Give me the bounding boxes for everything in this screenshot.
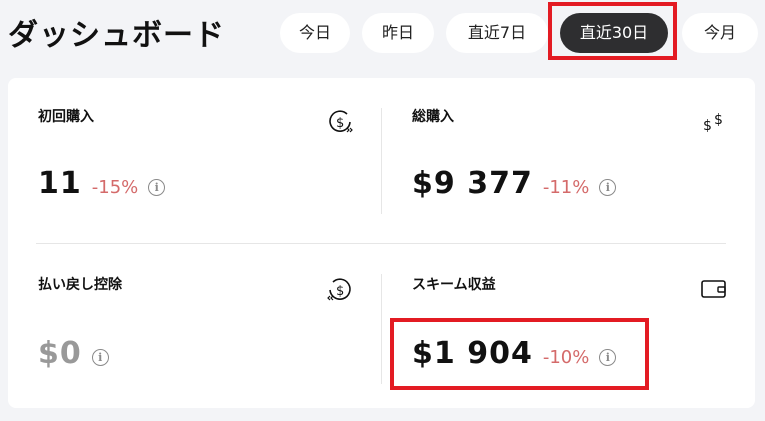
metric-change-total-purchase: -11%	[542, 177, 590, 198]
svg-text:$: $	[703, 118, 712, 134]
vertical-divider-top	[381, 108, 382, 214]
info-icon[interactable]: i	[148, 179, 166, 196]
metric-value-total-purchase: $9 377	[412, 166, 533, 201]
tab-yesterday[interactable]: 昨日	[362, 13, 434, 53]
info-icon[interactable]: i	[599, 179, 617, 196]
metrics-card: 初回購入 $ 11 -15% i 総購入 $ $ $9 377 -11% i 払…	[8, 78, 755, 408]
metric-label-scheme-revenue: スキーム収益	[412, 277, 496, 293]
double-dollar-icon: $ $	[702, 110, 728, 138]
svg-text:$: $	[336, 284, 344, 299]
metric-label-total-purchase: 総購入	[412, 109, 454, 125]
dollar-refund-icon: $	[326, 276, 354, 308]
metric-change-first-purchase: -15%	[91, 177, 139, 198]
metric-refund-deduction: $0 i	[38, 336, 109, 371]
metric-total-purchase: $9 377 -11% i	[412, 166, 617, 201]
metric-change-scheme-revenue: -10%	[542, 347, 590, 368]
tab-today[interactable]: 今日	[280, 13, 350, 53]
vertical-divider-bottom	[381, 274, 382, 384]
metric-label-first-purchase: 初回購入	[38, 109, 94, 125]
tab-this-month[interactable]: 今月	[682, 13, 758, 53]
wallet-icon	[700, 278, 728, 304]
metric-value-scheme-revenue: $1 904	[412, 336, 533, 371]
svg-text:$: $	[714, 112, 723, 128]
info-icon[interactable]: i	[599, 349, 617, 366]
tab-last-7-days[interactable]: 直近7日	[446, 13, 548, 53]
metric-label-refund-deduction: 払い戻し控除	[38, 277, 122, 293]
metric-scheme-revenue: $1 904 -10% i	[412, 336, 617, 371]
dollar-cycle-icon: $	[326, 108, 354, 140]
horizontal-divider	[36, 243, 726, 244]
page-title: ダッシュボード	[8, 18, 225, 53]
svg-text:$: $	[336, 116, 344, 131]
metric-first-purchase: 11 -15% i	[38, 166, 166, 201]
tab-last-30-days[interactable]: 直近30日	[560, 13, 668, 53]
metric-value-first-purchase: 11	[38, 166, 82, 201]
info-icon[interactable]: i	[91, 349, 109, 366]
metric-value-refund-deduction: $0	[38, 336, 82, 371]
